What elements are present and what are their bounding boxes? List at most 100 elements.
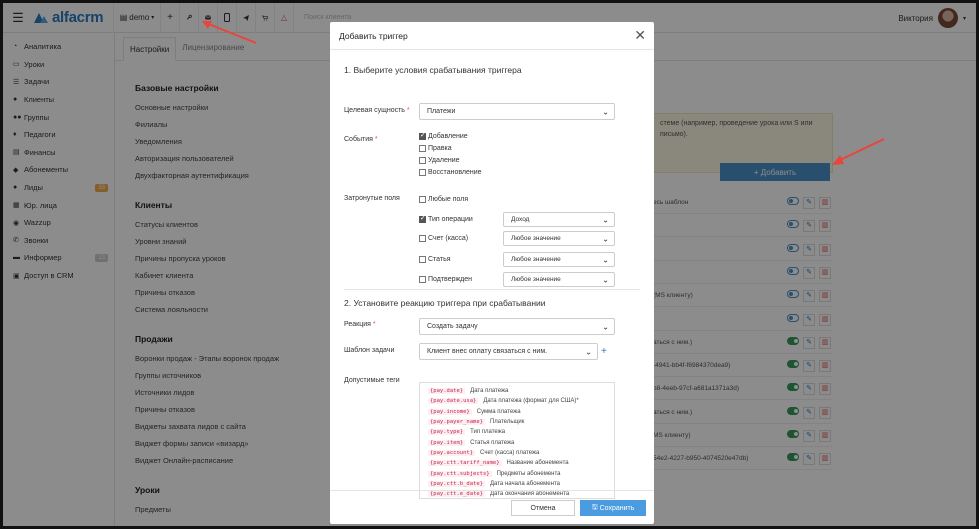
tag-row: {pay.income} Сумма платежа [428,407,606,417]
event-label: Восстановление [428,169,482,176]
field-value-select[interactable]: Любое значение ⌄ [503,272,615,287]
cancel-button[interactable]: Отмена [511,500,575,516]
tag-code[interactable]: {pay.account} [428,449,476,456]
tag-description: Название абонемента [506,460,569,467]
field-checkbox[interactable]: Подтвержден [419,276,472,283]
checkbox[interactable] [419,235,426,242]
event-checkbox[interactable]: Восстановление [419,169,482,176]
app-window: ☰ alfacrm ▤ demo ▾ + △ Поиск клиента Вик… [0,0,979,529]
field-checkbox[interactable]: Тип операции [419,214,473,223]
task-template-label: Шаблон задачи [344,347,395,354]
tag-row: {pay.ctt.subjects} Предметы абонемента [428,468,606,478]
field-checkbox[interactable]: Счет (касса) [419,235,468,242]
field-value-select[interactable]: Любое значение ⌄ [503,252,615,267]
tag-row: {pay.item} Статья платежа [428,437,606,447]
floppy-icon: 🖫 [591,503,598,511]
tag-row: {pay.account} Счет (касса) платежа [428,448,606,458]
checkbox[interactable] [419,157,426,164]
field-checkbox[interactable]: Статья [419,256,451,263]
field-label: Счет (касса) [428,235,469,242]
add-template-icon[interactable]: + [601,346,607,357]
annotation-arrow-icon [832,138,885,165]
modal-footer: Отмена 🖫 Сохранить [330,490,654,524]
field-value-select[interactable]: Доход ⌄ [503,212,615,227]
add-trigger-modal: Добавить триггер ✕ 1. Выберите условия с… [330,22,654,524]
tag-row: {pay.date.usa} Дата платежа (формат для С… [428,396,606,406]
chevron-down-icon: ⌄ [602,107,609,116]
field-label: Тип операции [428,216,473,223]
tag-row: {pay.payer_name} Плательщик [428,417,606,427]
modal-body: 1. Выберите условия срабатывания триггер… [330,50,654,499]
tag-code[interactable]: {pay.type} [428,429,466,436]
affected-fields-label: Затронутые поля [344,195,400,202]
target-entity-select[interactable]: Платежи ⌄ [419,103,615,120]
checkbox[interactable] [419,169,426,176]
tag-code[interactable]: {pay.ctt.subjects} [428,470,492,477]
tag-description: Плательщик [489,419,525,426]
field-label: Статья [428,256,451,263]
event-checkbox[interactable]: Правка [419,145,452,152]
chevron-down-icon: ⌄ [602,234,609,243]
checkbox[interactable] [419,276,426,283]
tag-description: Счет (касса) платежа [480,449,540,456]
field-label: Подтвержден [428,276,473,283]
task-template-value: Клиент внес оплату связаться с ним. [427,348,548,355]
checkbox[interactable] [419,214,426,223]
tag-description: Статья платежа [470,439,515,446]
tag-description: Тип платежа [470,429,506,436]
section-divider [344,289,640,290]
field-value: Любое значение [511,256,561,263]
tag-description: Дата платежа (формат для США)* [483,398,579,405]
tag-description: Предметы абонемента [496,470,561,477]
target-entity-value: Платежи [427,108,456,115]
modal-title: Добавить триггер [339,30,408,41]
save-label: Сохранить [599,504,635,512]
tag-row: {pay.date} Дата платежа [428,386,606,396]
chevron-down-icon: ⌄ [602,255,609,264]
reaction-select[interactable]: Создать задачу ⌄ [419,318,615,335]
close-icon[interactable]: ✕ [634,27,646,44]
section-conditions-title: 1. Выберите условия срабатывания триггер… [344,65,522,75]
tag-code[interactable]: {pay.payer_name} [428,419,485,426]
tags-box: {pay.date} Дата платежа {pay.date.usa} Дата… [419,382,615,499]
field-value: Любое значение [511,235,561,242]
field-value-select[interactable]: Любое значение ⌄ [503,231,615,246]
tag-code[interactable]: {pay.item} [428,439,466,446]
tag-description: Сумма платежа [476,408,521,415]
events-label: События * [344,136,378,143]
event-checkbox[interactable]: Удаление [419,157,460,164]
tag-code[interactable]: {pay.ctt.b_date} [428,480,485,487]
annotation-arrow-icon [202,21,257,44]
save-button[interactable]: 🖫 Сохранить [580,500,646,516]
event-checkbox[interactable]: Добавление [419,131,468,140]
target-entity-label: Целевая сущность * [344,107,410,114]
tag-code[interactable]: {pay.income} [428,408,472,415]
field-value: Любое значение [511,276,561,283]
tag-code[interactable]: {pay.ctt.tariff_name} [428,460,502,467]
event-label: Правка [428,145,452,152]
tag-description: Дата начала абонемента [489,480,560,487]
tag-row: {pay.type} Тип платежа [428,427,606,437]
chevron-down-icon: ⌄ [602,275,609,284]
section-reaction-title: 2. Установите реакцию триггера при сраба… [344,298,546,308]
event-label: Добавление [428,133,468,140]
reaction-value: Создать задачу [427,323,478,330]
chevron-down-icon: ⌄ [602,215,609,224]
chevron-down-icon: ⌄ [585,347,592,356]
allowed-tags-label: Допустимые теги [344,377,400,384]
checkbox[interactable] [419,196,426,203]
field-label: Любые поля [428,196,469,203]
tag-code[interactable]: {pay.date} [428,388,466,395]
tag-row: {pay.ctt.b_date} Дата начала абонемента [428,479,606,489]
tag-code[interactable]: {pay.date.usa} [428,398,479,405]
checkbox[interactable] [419,145,426,152]
modal-header: Добавить триггер [330,22,654,50]
checkbox[interactable] [419,131,426,140]
field-checkbox[interactable]: Любые поля [419,196,468,203]
event-label: Удаление [428,157,460,164]
tag-row: {pay.ctt.tariff_name} Название абонемента [428,458,606,468]
tag-description: Дата платежа [470,388,509,395]
chevron-down-icon: ⌄ [602,322,609,331]
task-template-select[interactable]: Клиент внес оплату связаться с ним. ⌄ [419,343,598,360]
checkbox[interactable] [419,256,426,263]
